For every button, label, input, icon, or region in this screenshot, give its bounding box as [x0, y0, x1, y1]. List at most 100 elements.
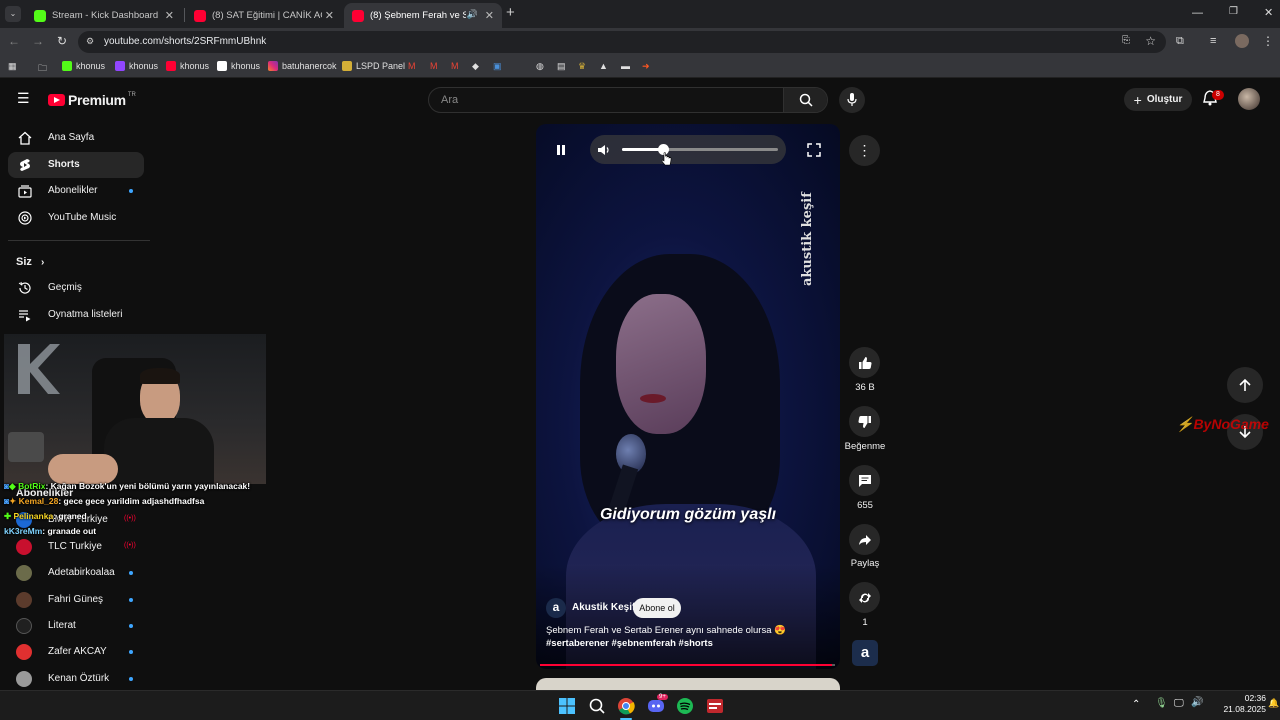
bookmark-star-icon[interactable]: ☆ — [1145, 34, 1156, 48]
subscription-item[interactable]: Adetabirkoalaa — [0, 563, 150, 583]
apps-grid-icon[interactable]: ▦ — [8, 61, 17, 72]
profile-avatar[interactable] — [1235, 34, 1249, 48]
extensions-icon[interactable]: ⧉ — [1176, 35, 1184, 48]
comments-button[interactable] — [849, 465, 880, 496]
address-bar[interactable]: ⚙ youtube.com/shorts/2SRFmmUBhnk ⎘ ☆ — [78, 31, 1166, 53]
new-content-dot — [129, 189, 133, 193]
tab-search-dropdown[interactable]: ⌄ — [5, 6, 21, 22]
bookmark-khonus-twitch[interactable]: khonus — [115, 61, 158, 71]
back-icon[interactable]: ← — [8, 34, 20, 48]
dislike-button[interactable] — [849, 406, 880, 437]
short-video-player[interactable] — [536, 124, 840, 669]
chat-message: ✚ Pelinanka: graned — [4, 511, 87, 522]
subscription-item[interactable]: Fahri Güneş — [0, 590, 150, 610]
fullscreen-icon[interactable] — [806, 142, 822, 158]
system-clock[interactable]: 02:36 21.08.2025 — [1206, 693, 1266, 715]
spotify-icon[interactable] — [675, 696, 695, 716]
calendar-icon[interactable]: ▤ — [557, 61, 566, 72]
new-content-dot — [129, 677, 133, 681]
arrow-icon[interactable]: ➜ — [642, 61, 650, 72]
account-avatar[interactable] — [1238, 88, 1260, 110]
browser-tab-kick[interactable]: Stream - Kick Dashboard ✕ — [26, 3, 182, 28]
new-tab-button[interactable]: + — [506, 4, 515, 21]
install-app-icon[interactable]: ⎘ — [1122, 35, 1130, 46]
next-short-preview[interactable] — [536, 678, 840, 690]
pause-icon[interactable] — [550, 139, 572, 161]
previous-short-button[interactable] — [1227, 367, 1263, 403]
sidebar-item-playlists[interactable]: Oynatma listeleri — [8, 302, 144, 328]
share-button[interactable] — [849, 524, 880, 555]
microphone-tray-icon[interactable]: 🎙 — [1155, 698, 1168, 709]
bookmark-lspd-panel[interactable]: LSPD Panel — [342, 61, 405, 71]
sidebar-item-shorts[interactable]: Shorts — [8, 152, 144, 178]
thumbs-up-icon — [858, 356, 872, 369]
reload-icon[interactable]: ↻ — [57, 34, 67, 48]
subscription-item[interactable]: TLC Turkiye ((•)) — [0, 537, 150, 557]
bookmark-batuhanercok[interactable]: batuhanercok — [268, 61, 337, 71]
search-box[interactable]: Ara — [428, 87, 828, 113]
more-options-button[interactable]: ⋮ — [849, 135, 880, 166]
sidebar-item-youtube-music[interactable]: YouTube Music — [8, 205, 144, 231]
sidebar-item-history[interactable]: Geçmiş — [8, 275, 144, 301]
crown-icon[interactable]: ♛ — [578, 61, 586, 72]
browser-tab-canik[interactable]: (8) SAT Eğitimi | CANİK ACADEMY ✕ — [186, 3, 342, 28]
audio-playing-icon[interactable]: 🔊 — [467, 9, 478, 20]
sidebar-item-home[interactable]: Ana Sayfa — [8, 125, 144, 151]
gmail-icon[interactable]: M — [451, 61, 459, 71]
you-section-heading[interactable]: Siz › — [16, 256, 44, 268]
bookmark-khonus-kick[interactable]: khonus — [62, 61, 105, 71]
notification-center-icon[interactable]: 🔔 — [1268, 698, 1279, 709]
bookmark-khonus-x[interactable]: khonus — [217, 61, 260, 71]
browser-tab-strip: ⌄ Stream - Kick Dashboard ✕ (8) SAT Eğit… — [0, 0, 1280, 28]
volume-icon[interactable] — [597, 143, 611, 157]
remix-count: 1 — [862, 617, 868, 628]
channel-name[interactable]: Akustik Keşif — [572, 602, 635, 613]
folder-icon[interactable]: 🗀 — [38, 61, 47, 77]
browser-menu-icon[interactable]: ⋮ — [1262, 34, 1274, 48]
subscription-item[interactable]: Kenan Öztürk — [0, 669, 150, 689]
window-close-icon[interactable]: ✕ — [1264, 6, 1273, 19]
subscription-item[interactable]: Zafer AKCAY — [0, 642, 150, 662]
history-icon — [18, 281, 31, 294]
voice-search-button[interactable] — [839, 87, 865, 113]
close-icon[interactable]: ✕ — [165, 9, 174, 22]
windows-start-icon[interactable] — [557, 696, 577, 716]
close-icon[interactable]: ✕ — [485, 9, 494, 22]
media-control-icon[interactable]: ≡ — [1210, 35, 1216, 47]
like-button[interactable] — [849, 347, 880, 378]
remix-button[interactable] — [849, 582, 880, 613]
subscribe-button[interactable]: Abone ol — [633, 598, 681, 618]
sidebar-item-subscriptions[interactable]: Abonelikler — [8, 178, 144, 204]
window-minimize-icon[interactable]: — — [1192, 7, 1203, 19]
notification-count-badge: 8 — [1212, 90, 1224, 100]
flag-icon[interactable]: ▣ — [493, 61, 502, 72]
search-button[interactable] — [783, 88, 827, 112]
gmail-icon[interactable]: M — [408, 61, 416, 71]
streaming-app-icon[interactable] — [705, 696, 725, 716]
adobe-icon[interactable]: ▲ — [599, 61, 608, 71]
search-icon[interactable] — [587, 696, 607, 716]
diamond-icon[interactable]: ◆ — [472, 61, 479, 72]
forward-icon[interactable]: → — [32, 34, 44, 48]
short-hashtags[interactable]: #sertaberener #şebnemferah #shorts — [546, 638, 713, 649]
close-icon[interactable]: ✕ — [325, 9, 334, 22]
globe-icon[interactable]: ◍ — [536, 61, 544, 72]
site-info-icon[interactable]: ⚙ — [86, 36, 94, 47]
sound-channel-thumbnail[interactable]: a — [852, 640, 878, 666]
window-restore-icon[interactable]: ❐ — [1229, 6, 1238, 17]
browser-tab-active-short[interactable]: (8) Şebnem Ferah ve Sertab 🔊 ✕ — [344, 3, 502, 28]
network-icon[interactable]: 🖵 — [1174, 698, 1184, 709]
chevron-up-icon[interactable]: ⌃ — [1132, 699, 1140, 710]
channel-logo[interactable]: a — [546, 598, 566, 618]
chat-message: ◙✦ Kemal_28: gece gece yarildim adjashdf… — [4, 496, 204, 507]
subscription-item[interactable]: Literat — [0, 616, 150, 636]
bookmark-khonus-youtube[interactable]: khonus — [166, 61, 209, 71]
search-input[interactable]: Ara — [441, 94, 458, 106]
youtube-premium-logo[interactable]: Premium TR — [48, 92, 136, 108]
speaker-icon[interactable]: 🔊 — [1191, 697, 1203, 708]
create-button[interactable]: + Oluştur — [1124, 88, 1192, 111]
chrome-icon[interactable] — [616, 696, 636, 716]
dash-icon[interactable]: ▬ — [621, 61, 630, 71]
gmail-icon[interactable]: M — [430, 61, 438, 71]
hamburger-menu-icon[interactable]: ☰ — [17, 90, 30, 107]
